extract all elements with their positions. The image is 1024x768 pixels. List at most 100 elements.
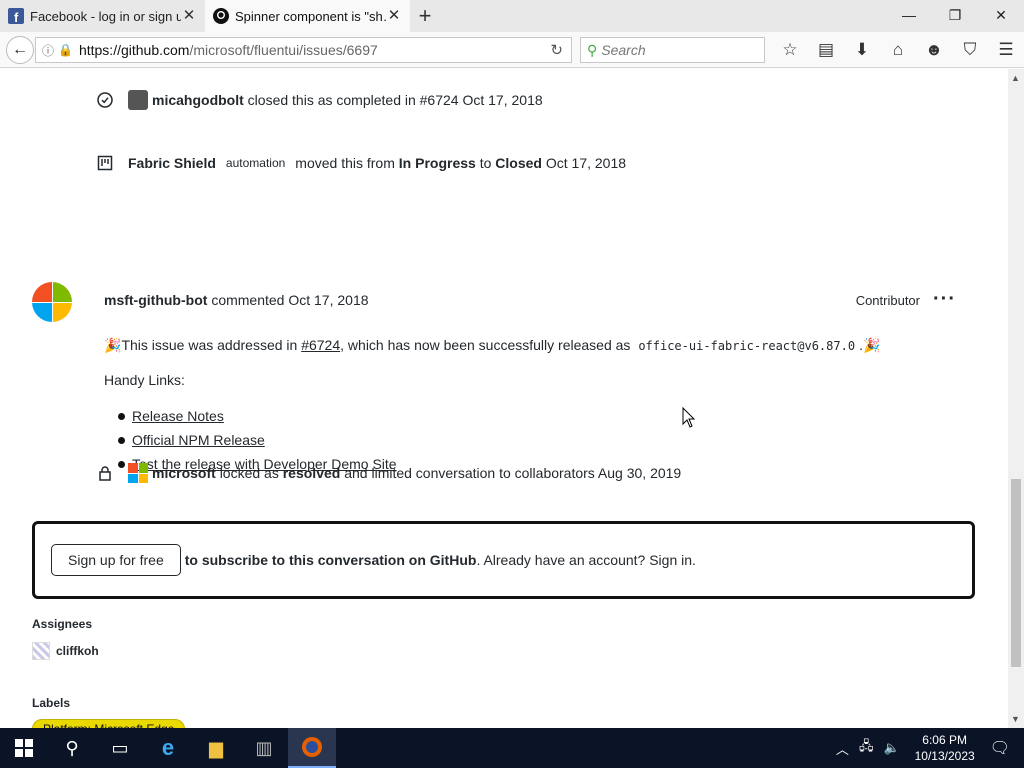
party-popper-icon: 🎉 xyxy=(862,337,881,353)
scroll-down-icon[interactable]: ▼ xyxy=(1011,714,1020,724)
moved-event: Fabric Shield automation moved this from… xyxy=(96,154,626,172)
downloads-icon[interactable]: ⬇ xyxy=(844,38,880,62)
pr-link[interactable]: #6724 xyxy=(301,337,340,353)
bullet xyxy=(118,412,125,420)
lock-icon: 🔒 xyxy=(58,43,73,57)
browser-tab-strip: f Facebook - log in or sign up ✕ Spinner… xyxy=(0,0,1024,32)
pocket-icon[interactable]: ⛉ xyxy=(952,38,988,62)
event-to-word: to xyxy=(479,155,492,171)
clock-time: 6:06 PM xyxy=(922,733,967,747)
internet-explorer-icon[interactable]: e xyxy=(144,728,192,768)
notifications-icon[interactable]: 🗨 xyxy=(990,738,1010,758)
event-text-post: and limited conversation to collaborator… xyxy=(344,465,682,481)
menu-icon[interactable]: ☰ xyxy=(988,38,1024,62)
chevron-up-icon[interactable]: ︿ xyxy=(836,739,849,758)
closed-event: micahgodbolt closed this as completed in… xyxy=(96,90,543,110)
new-tab-button[interactable]: + xyxy=(410,0,440,32)
locked-event: microsoft locked as resolved and limited… xyxy=(96,463,681,483)
app-icon[interactable]: ▥ xyxy=(240,728,288,768)
vertical-scrollbar[interactable]: ▲ ▼ xyxy=(1008,69,1024,728)
facebook-icon: f xyxy=(8,8,24,24)
search-icon[interactable]: ⚲ xyxy=(48,728,96,768)
tab-title: Facebook - log in or sign up xyxy=(30,8,181,24)
assignee-item[interactable]: cliffkoh xyxy=(32,642,99,660)
event-text: closed this as completed in #6724 Oct 17… xyxy=(247,92,543,108)
address-bar[interactable]: ⓘ 🔒 https://github.com/microsoft/fluentu… xyxy=(35,37,572,63)
contributor-badge: Contributor xyxy=(855,293,920,308)
event-user[interactable]: microsoft xyxy=(152,465,216,481)
package-version: office-ui-fabric-react@v6.87.0 xyxy=(638,339,856,353)
scroll-up-icon[interactable]: ▲ xyxy=(1011,73,1020,83)
home-icon[interactable]: ⌂ xyxy=(880,38,916,62)
navigation-toolbar: ← ⓘ 🔒 https://github.com/microsoft/fluen… xyxy=(0,32,1024,68)
tab-facebook[interactable]: f Facebook - log in or sign up ✕ xyxy=(0,0,205,32)
windows-taskbar: ⚲ ▭ e ▆ ▥ ︿ 🖧 🔈 6:06 PM 10/13/2023 🗨 xyxy=(0,728,1024,768)
back-button[interactable]: ← xyxy=(6,36,34,64)
system-tray: ︿ 🖧 🔈 6:06 PM 10/13/2023 🗨 xyxy=(831,728,1024,768)
bookmark-star-icon[interactable]: ☆ xyxy=(772,38,808,62)
close-tab-icon[interactable]: ✕ xyxy=(181,8,197,24)
firefox-icon[interactable] xyxy=(288,728,336,768)
event-date: Oct 17, 2018 xyxy=(545,155,627,171)
info-icon[interactable]: ⓘ xyxy=(40,42,56,59)
lock-icon xyxy=(96,464,114,482)
network-icon[interactable]: 🖧 xyxy=(859,737,874,759)
window-controls: — ❐ ✕ xyxy=(886,0,1024,30)
hello-icon[interactable]: ☻ xyxy=(916,38,952,62)
restore-icon[interactable]: ❐ xyxy=(932,0,978,30)
comment-author[interactable]: msft-github-bot xyxy=(104,292,207,308)
comment-header: msft-github-bot commented Oct 17, 2018 xyxy=(104,292,369,308)
start-button-windows-icon[interactable] xyxy=(0,728,48,768)
list-item: Release Notes xyxy=(118,408,904,424)
scrollbar-thumb[interactable] xyxy=(1011,479,1021,667)
signup-bold-text: to subscribe to this conversation on Git… xyxy=(184,552,477,568)
search-icon: ⚲ xyxy=(587,41,598,58)
microsoft-logo-avatar[interactable] xyxy=(32,282,72,322)
file-explorer-icon[interactable]: ▆ xyxy=(192,728,240,768)
release-notes-link[interactable]: Release Notes xyxy=(132,408,224,424)
avatar[interactable] xyxy=(128,90,148,110)
assignee-name[interactable]: cliffkoh xyxy=(56,644,99,658)
tab-github-issue[interactable]: Spinner component is "sh… ✕ xyxy=(205,0,410,32)
svg-text:f: f xyxy=(14,10,19,24)
page-content: micahgodbolt closed this as completed in… xyxy=(0,69,1008,728)
to-column: Closed xyxy=(495,155,542,171)
search-input[interactable]: ⚲ Search xyxy=(580,37,765,63)
comment-meta[interactable]: commented Oct 17, 2018 xyxy=(211,292,368,308)
clock[interactable]: 6:06 PM 10/13/2023 xyxy=(915,732,975,764)
volume-icon[interactable]: 🔈 xyxy=(883,740,899,756)
label-badge[interactable]: Platform: Microsoft Edge xyxy=(32,719,186,728)
avatar xyxy=(32,642,50,660)
release-line: 🎉This issue was addressed in #6724, whic… xyxy=(104,337,904,354)
search-placeholder: Search xyxy=(601,42,646,58)
more-options-icon[interactable]: ··· xyxy=(933,288,956,311)
reload-icon[interactable]: ↻ xyxy=(550,41,563,59)
url-path: /microsoft/fluentui/issues/6697 xyxy=(189,42,378,58)
sign-up-button[interactable]: Sign up for free xyxy=(51,544,181,576)
task-view-icon[interactable]: ▭ xyxy=(96,728,144,768)
minimize-icon[interactable]: — xyxy=(886,0,932,30)
close-tab-icon[interactable]: ✕ xyxy=(386,8,402,24)
event-user[interactable]: Fabric Shield xyxy=(128,155,216,171)
url-host: https://github.com xyxy=(78,42,190,58)
automation-badge: automation xyxy=(225,156,286,170)
party-popper-icon: 🎉 xyxy=(104,337,122,353)
release-text-pre: This issue was addressed in xyxy=(121,337,298,353)
npm-release-link[interactable]: Official NPM Release xyxy=(132,432,265,448)
check-circle-icon xyxy=(96,91,114,109)
microsoft-avatar[interactable] xyxy=(128,463,148,483)
toolbar-icons: ☆ ▤ ⬇ ⌂ ☻ ⛉ ☰ xyxy=(772,38,1024,62)
reading-list-icon[interactable]: ▤ xyxy=(808,38,844,62)
release-text-mid: , which has now been successfully releas… xyxy=(340,337,631,353)
github-icon xyxy=(213,8,229,24)
comment-body: 🎉This issue was addressed in #6724, whic… xyxy=(104,337,904,480)
from-column: In Progress xyxy=(398,155,476,171)
tab-title: Spinner component is "sh… xyxy=(235,8,386,24)
event-text-pre: locked as xyxy=(219,465,279,481)
lock-state: resolved xyxy=(282,465,341,481)
close-window-icon[interactable]: ✕ xyxy=(978,0,1024,30)
bullet xyxy=(118,436,125,444)
event-user[interactable]: micahgodbolt xyxy=(152,92,244,108)
clock-date: 10/13/2023 xyxy=(914,749,975,763)
signup-rest-text[interactable]: . Already have an account? Sign in. xyxy=(476,552,695,568)
